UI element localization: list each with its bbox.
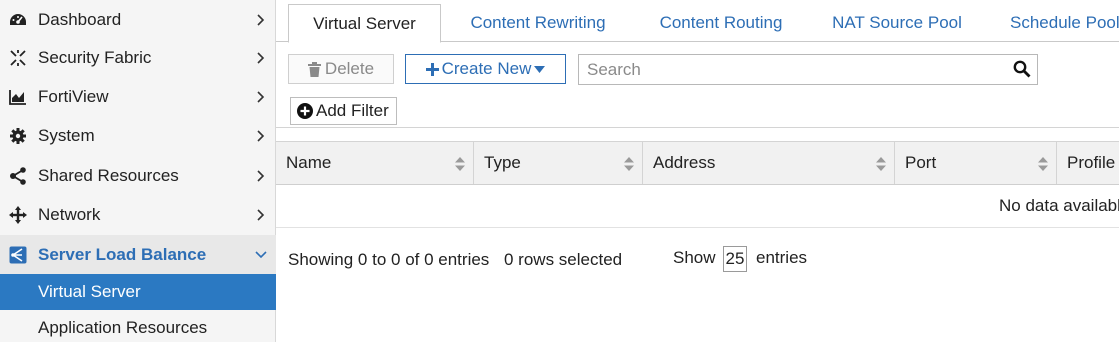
- tab-content-routing[interactable]: Content Routing: [636, 4, 806, 42]
- sidebar-item-label: Network: [38, 204, 101, 224]
- column-header-label: Address: [653, 153, 716, 172]
- column-header-profile[interactable]: Profile: [1057, 142, 1119, 184]
- fortiview-icon: [8, 87, 28, 107]
- column-header-port[interactable]: Port: [895, 142, 1057, 184]
- sidebar-item-server-load-balance[interactable]: Server Load Balance: [0, 235, 276, 274]
- column-header-label: Port: [905, 153, 937, 172]
- entries-summary: Showing 0 to 0 of 0 entries: [288, 250, 490, 269]
- tab-label: Virtual Server: [313, 13, 416, 33]
- entries-label: entries: [756, 248, 808, 267]
- sidebar-item-fortiview[interactable]: FortiView: [0, 77, 276, 116]
- tab-virtual-server[interactable]: Virtual Server: [288, 4, 441, 43]
- sort-icon: [455, 156, 465, 171]
- empty-message-clip: No data available: [276, 185, 1119, 228]
- sidebar-item-dashboard[interactable]: Dashboard: [0, 0, 276, 39]
- tab-label: NAT Source Pool: [832, 13, 962, 32]
- load-balance-icon: [8, 245, 28, 265]
- sort-icon: [1038, 156, 1048, 171]
- sidebar-subitem-label: Application Resources: [38, 318, 208, 337]
- add-filter-button[interactable]: Add Filter: [290, 97, 397, 125]
- chevron-right-icon: [255, 90, 267, 103]
- search-icon[interactable]: [1013, 60, 1031, 78]
- sidebar-item-system[interactable]: System: [0, 116, 276, 155]
- chevron-down-icon: [255, 249, 267, 261]
- tab-label: Content Routing: [659, 13, 783, 32]
- gear-icon: [8, 126, 28, 146]
- tab-schedule-pool[interactable]: Schedule Pool: [990, 4, 1119, 42]
- tab-label: Content Rewriting: [470, 13, 606, 32]
- sidebar-item-label: FortiView: [38, 86, 109, 106]
- sidebar-item-label: Shared Resources: [38, 165, 179, 185]
- filter-row: [276, 92, 1119, 128]
- page-size-input[interactable]: 25: [723, 246, 747, 272]
- sort-icon: [876, 156, 886, 171]
- chevron-right-icon: [255, 51, 267, 64]
- sidebar-item-network[interactable]: Network: [0, 195, 276, 234]
- create-new-button[interactable]: Create New: [405, 54, 566, 84]
- column-header-label: Profile: [1067, 153, 1116, 172]
- search-input[interactable]: [579, 55, 999, 84]
- sidebar-item-label: System: [38, 125, 95, 145]
- sidebar-subitem-virtual-server[interactable]: Virtual Server: [0, 274, 276, 310]
- sidebar-subitem-application-resources[interactable]: Application Resources: [0, 310, 276, 342]
- trash-icon: [307, 61, 321, 77]
- column-header-address[interactable]: Address: [643, 142, 895, 184]
- caret-down-icon: [534, 65, 546, 73]
- dashboard-icon: [8, 10, 28, 30]
- tab-label: Schedule Pool: [1010, 13, 1119, 32]
- delete-button[interactable]: Delete: [288, 54, 394, 84]
- sidebar-item-label: Server Load Balance: [38, 244, 207, 264]
- column-header-type[interactable]: Type: [474, 142, 643, 184]
- plus-icon: [425, 62, 439, 76]
- tab-bar: Virtual Server Content Rewriting Content…: [276, 0, 1119, 43]
- delete-label: Delete: [324, 59, 375, 78]
- chevron-right-icon: [255, 13, 267, 26]
- chevron-right-icon: [255, 208, 267, 221]
- column-header-label: Type: [484, 153, 521, 172]
- sidebar-item-shared-resources[interactable]: Shared Resources: [0, 156, 276, 195]
- search-box: [578, 54, 1038, 85]
- sort-icon: [624, 156, 634, 171]
- sidebar-item-security-fabric[interactable]: Security Fabric: [0, 38, 276, 77]
- sidebar-item-label: Dashboard: [38, 9, 122, 29]
- show-label: Show: [673, 248, 716, 267]
- rows-selected-count: 0 rows selected: [504, 250, 623, 269]
- sidebar-subitem-label: Virtual Server: [38, 282, 141, 301]
- plus-circle-icon: [297, 103, 313, 119]
- share-icon: [8, 166, 28, 186]
- security-fabric-icon: [8, 48, 28, 68]
- table-header: Name Type Address Port Profile: [276, 141, 1119, 185]
- empty-table-message: No data available: [999, 196, 1119, 215]
- sidebar: Dashboard Security Fabric FortiView Syst…: [0, 0, 276, 342]
- tab-content-rewriting[interactable]: Content Rewriting: [448, 4, 628, 42]
- column-header-label: Name: [286, 153, 332, 172]
- add-filter-label: Add Filter: [316, 101, 389, 120]
- chevron-right-icon: [255, 169, 267, 182]
- column-header-name[interactable]: Name: [276, 142, 474, 184]
- network-icon: [8, 205, 28, 225]
- sidebar-item-label: Security Fabric: [38, 47, 152, 67]
- page-size-value: 25: [725, 249, 745, 268]
- tab-nat-source-pool[interactable]: NAT Source Pool: [816, 4, 978, 42]
- create-new-label: Create New: [441, 59, 532, 78]
- chevron-right-icon: [255, 129, 267, 142]
